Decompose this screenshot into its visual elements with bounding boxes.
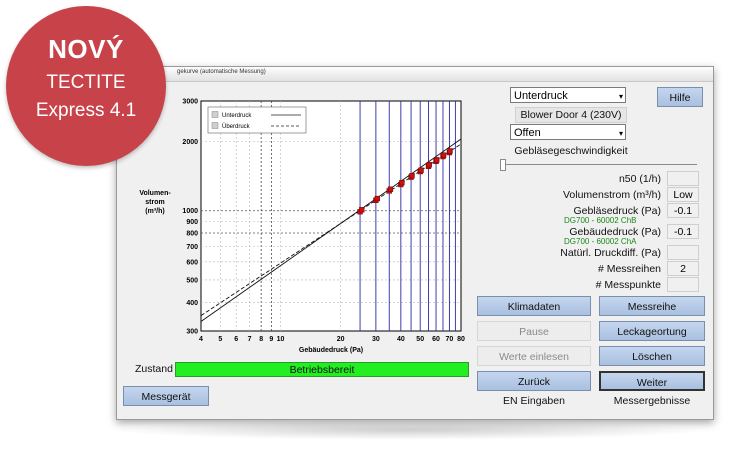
- natural-pressure-label: Natürl. Druckdiff. (Pa): [560, 247, 661, 259]
- x-tick-label: 70: [446, 336, 454, 343]
- y-tick-label: 300: [186, 329, 198, 336]
- series-count-value: 2: [667, 261, 699, 276]
- fan-pressure-value: -0.1: [667, 203, 699, 218]
- y-tick-label: 700: [186, 244, 198, 251]
- points-count-label: # Messpunkte: [595, 279, 661, 291]
- x-tick-label: 6: [234, 336, 238, 343]
- loeschen-button[interactable]: Löschen: [599, 346, 705, 366]
- leckageortung-button[interactable]: Leckageortung: [599, 321, 705, 341]
- x-tick-label: 80: [457, 336, 465, 343]
- x-tick-label: 4: [199, 336, 203, 343]
- data-point: [447, 148, 453, 154]
- building-channel-label: DG700 - 60002 ChA: [564, 237, 637, 246]
- y-tick-label: 600: [186, 259, 198, 266]
- legend-swatch: [211, 111, 219, 118]
- y-tick-label: 500: [186, 277, 198, 284]
- window-shadow: [110, 420, 710, 440]
- pressure-mode-select[interactable]: Unterdruck ▾: [510, 87, 626, 103]
- window-titlebar[interactable]: gekurve (automatische Messung): [117, 67, 713, 82]
- points-count-value: [667, 277, 699, 292]
- legend-label: Unterdruck: [222, 113, 252, 119]
- chevron-down-icon: ▾: [618, 92, 623, 101]
- y-tick-label: 900: [186, 219, 198, 226]
- help-button[interactable]: Hilfe: [657, 87, 703, 107]
- app-window: gekurve (automatische Messung) 4 5 6 7 8 9 10 2…: [116, 66, 714, 420]
- fan-state-value: Offen: [514, 127, 541, 139]
- chart-layer: 4 5 6 7 8 9 10 20 30 40 50 60 70 80 300 400 500 600 700 800…: [139, 99, 465, 355]
- y-axis-label: (m³/h): [145, 208, 164, 215]
- data-point: [359, 207, 365, 213]
- fan-state-select[interactable]: Offen ▾: [510, 124, 626, 140]
- plot-area: [200, 100, 462, 332]
- badge-line-3: Express 4.1: [35, 100, 137, 121]
- weiter-button[interactable]: Weiter: [599, 371, 705, 391]
- x-tick-label: 30: [372, 336, 380, 343]
- x-tick-label: 10: [277, 336, 285, 343]
- status-bar: Betriebsbereit: [175, 362, 469, 377]
- data-point: [418, 167, 424, 173]
- legend-swatch: [211, 122, 219, 129]
- badge-line-1: NOVÝ: [48, 34, 124, 64]
- data-point: [387, 186, 394, 192]
- en-eingaben-tab[interactable]: EN Eingaben: [477, 395, 591, 407]
- y-axis-label: strom: [145, 199, 164, 206]
- x-tick-label: 20: [337, 336, 345, 343]
- y-tick-label: 800: [186, 231, 198, 238]
- pressure-flow-chart: 4 5 6 7 8 9 10 20 30 40 50 60 70 80 300 400 500 600 700 800…: [139, 99, 465, 355]
- data-point: [399, 179, 405, 186]
- chevron-down-icon: ▾: [618, 129, 623, 138]
- zurueck-button[interactable]: Zurück: [477, 371, 591, 391]
- y-axis-label: Volumen-: [139, 190, 171, 197]
- x-tick-label: 9: [269, 336, 273, 343]
- n50-value: [667, 171, 699, 186]
- werte-einlesen-button[interactable]: Werte einlesen: [477, 346, 591, 366]
- fan-speed-slider-thumb[interactable]: [500, 159, 506, 171]
- y-tick-label: 2000: [182, 139, 198, 146]
- pause-button[interactable]: Pause: [477, 321, 591, 341]
- messergebnisse-tab[interactable]: Messergebnisse: [599, 395, 705, 407]
- x-tick-label: 40: [397, 336, 405, 343]
- x-tick-label: 7: [248, 336, 252, 343]
- fan-channel-label: DG700 - 60002 ChB: [564, 216, 637, 225]
- data-point: [434, 157, 440, 163]
- building-pressure-value: -0.1: [667, 224, 699, 239]
- x-tick-label: 60: [432, 336, 440, 343]
- n50-label: n50 (1/h): [618, 173, 661, 185]
- fan-speed-label: Gebläsegeschwindigkeit: [514, 145, 628, 157]
- promo-badge: NOVÝ TECTITE Express 4.1: [6, 6, 166, 166]
- badge-line-2: TECTITE: [46, 72, 126, 93]
- window-title: gekurve (automatische Messung): [177, 69, 266, 75]
- klimadaten-button[interactable]: Klimadaten: [477, 296, 591, 316]
- data-point: [409, 173, 415, 179]
- x-axis-label: Gebäudedruck (Pa): [299, 347, 363, 354]
- device-label: Blower Door 4 (230V): [515, 107, 627, 123]
- messreihe-button[interactable]: Messreihe: [599, 296, 705, 316]
- status-label: Zustand: [135, 363, 173, 375]
- y-tick-label: 1000: [182, 208, 198, 215]
- legend-label: Überdruck: [222, 123, 251, 130]
- y-tick-label: 3000: [182, 99, 198, 106]
- flow-value: Low: [667, 187, 699, 202]
- natural-pressure-value: [667, 245, 699, 260]
- fan-speed-slider-track[interactable]: [502, 164, 697, 165]
- y-tick-label: 400: [186, 300, 198, 307]
- data-point: [440, 152, 447, 158]
- messgeraet-button[interactable]: Messgerät: [123, 386, 209, 406]
- flow-label: Volumenstrom (m³/h): [562, 189, 661, 201]
- series-count-label: # Messreihen: [597, 263, 661, 275]
- x-tick-label: 50: [416, 336, 424, 343]
- data-point: [374, 195, 380, 202]
- pressure-mode-value: Unterdruck: [514, 90, 568, 102]
- x-tick-label: 8: [259, 336, 263, 343]
- x-tick-label: 5: [218, 336, 222, 343]
- data-point: [426, 162, 432, 168]
